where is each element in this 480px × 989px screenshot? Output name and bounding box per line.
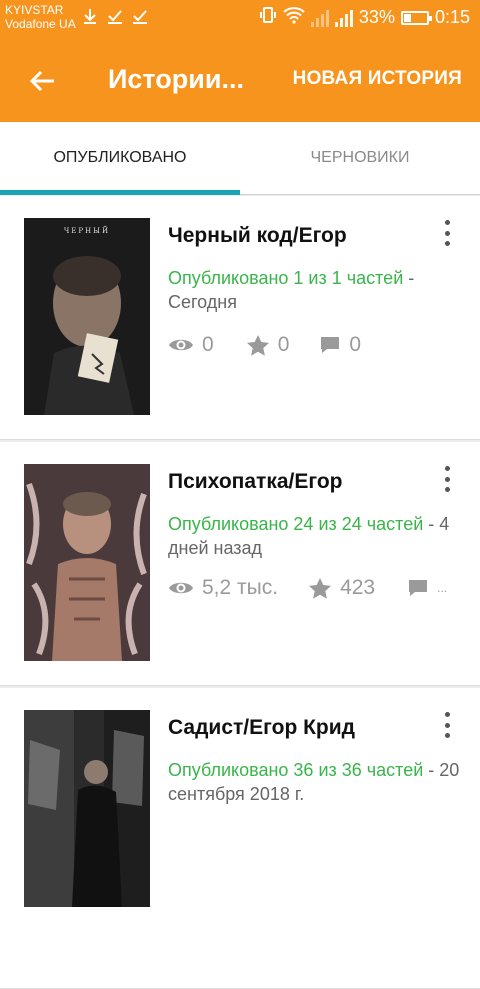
publication-status: Опубликовано 36 из 36 частей - 20 сентяб…: [168, 758, 468, 806]
download-icon: [82, 8, 98, 24]
tab-bar: ОПУБЛИКОВАНО ЧЕРНОВИКИ: [0, 122, 480, 195]
arrow-back-icon: [29, 70, 54, 92]
story-card[interactable]: Психопатка/Егор Опубликовано 24 из 24 ча…: [0, 442, 480, 686]
separator: -: [423, 760, 440, 780]
votes-stat: 0: [246, 333, 290, 357]
battery-fill: [403, 13, 411, 22]
publication-status: Опубликовано 24 из 24 частей - 4 дней на…: [168, 512, 468, 560]
clock: 0:15: [434, 7, 470, 27]
story-title[interactable]: Психопатка/Егор: [168, 470, 342, 494]
story-card[interactable]: Садист/Егор Крид Опубликовано 36 из 36 ч…: [0, 688, 480, 989]
tab-drafts[interactable]: ЧЕРНОВИКИ: [240, 122, 480, 194]
download-done-icon-2: [132, 8, 148, 24]
story-title[interactable]: Черный код/Егор: [168, 224, 347, 248]
download-done-icon: [107, 8, 123, 24]
vibrate-icon: [259, 6, 277, 29]
star-icon: [309, 578, 332, 599]
more-options-button[interactable]: [442, 464, 452, 494]
cover-title: ЧЕРНЫЙ: [63, 227, 111, 235]
votes-stat: 423: [308, 576, 375, 600]
comments-count: ...: [437, 581, 448, 595]
publication-status: Опубликовано 1 из 1 частей - Сегодня: [168, 266, 468, 314]
comments-stat: 0: [319, 333, 361, 357]
published-date: Сегодня: [168, 292, 237, 312]
separator: -: [423, 514, 440, 534]
signal-icon-2: [334, 9, 353, 27]
views-stat: 0: [168, 333, 214, 357]
more-options-button[interactable]: [442, 218, 452, 248]
wifi-icon: [283, 6, 305, 29]
carrier-1: KYIVSTAR: [5, 3, 64, 17]
carrier-2: Vodafone UA: [5, 17, 76, 31]
comments-count: 0: [349, 333, 362, 356]
story-stats: 5,2 тыс. 423 ...: [168, 574, 447, 602]
battery-percent: 33%: [358, 7, 395, 27]
story-title[interactable]: Садист/Егор Крид: [168, 716, 355, 740]
signal-icon-1: [310, 9, 329, 27]
views-count: 0: [202, 333, 214, 356]
comment-icon: [409, 580, 428, 596]
comments-stat: ...: [407, 578, 447, 598]
eye-icon: [169, 339, 193, 351]
comment-icon: [321, 337, 340, 353]
status-right: 33% 0:15: [259, 6, 470, 29]
views-stat: 5,2 тыс.: [168, 576, 278, 600]
battery-icon: [400, 10, 432, 25]
story-card[interactable]: ЧЕРНЫЙ Черный код/Егор Опубликовано 1 из…: [0, 196, 480, 440]
carrier-names: KYIVSTAR Vodafone UA: [5, 3, 76, 31]
story-cover[interactable]: ЧЕРНЫЙ: [24, 218, 150, 415]
story-cover[interactable]: [24, 464, 150, 661]
cover-image: [24, 710, 150, 907]
new-story-button[interactable]: НОВАЯ ИСТОРИЯ: [293, 68, 462, 90]
story-stats: 0 0 0: [168, 331, 361, 359]
separator: -: [403, 268, 415, 288]
eye-icon: [169, 582, 193, 594]
page-title: Истории...: [108, 64, 244, 94]
cover-image: [24, 218, 150, 415]
published-parts: Опубликовано 24 из 24 частей: [168, 514, 424, 534]
views-count: 5,2 тыс.: [202, 576, 279, 599]
votes-count: 423: [340, 576, 376, 599]
notification-icons: [82, 8, 148, 24]
star-icon: [246, 335, 269, 356]
published-parts: Опубликовано 1 из 1 частей: [168, 268, 404, 288]
tab-published[interactable]: ОПУБЛИКОВАНО: [0, 122, 240, 194]
back-button[interactable]: [22, 63, 62, 99]
story-cover[interactable]: [24, 710, 150, 907]
votes-count: 0: [277, 333, 290, 356]
status-bar: KYIVSTAR Vodafone UA 33% 0:15: [0, 0, 480, 40]
published-parts: Опубликовано 36 из 36 частей: [168, 760, 424, 780]
active-tab-indicator: [0, 190, 240, 195]
more-options-button[interactable]: [442, 710, 452, 740]
cover-image: [24, 464, 150, 661]
app-bar: Истории... НОВАЯ ИСТОРИЯ: [0, 40, 480, 122]
